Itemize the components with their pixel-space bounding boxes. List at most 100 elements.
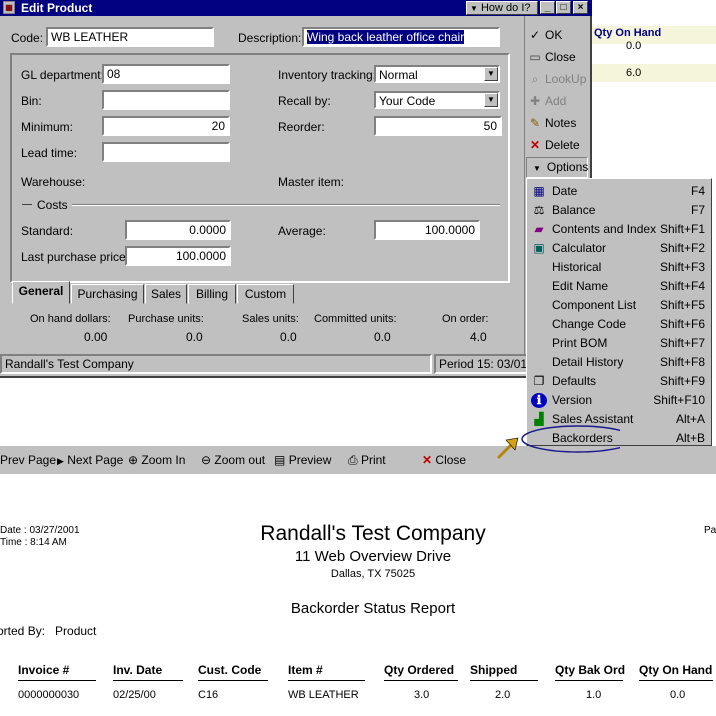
general-panel (10, 53, 510, 283)
zoom-out-button[interactable]: ⊖ Zoom out (201, 453, 265, 467)
header-underline (639, 680, 713, 681)
lead-time-input[interactable] (102, 142, 230, 162)
report-city: Dallas, TX 75025 (330, 568, 416, 580)
pointer-arrow (496, 442, 514, 460)
window-title: Edit Product (21, 1, 93, 15)
reorder-input[interactable]: 50 (374, 116, 502, 136)
book-icon: ▰ (534, 222, 544, 236)
inventory-tracking-select[interactable]: Normal ▼ (374, 65, 500, 83)
zoom-in-icon: ⊕ (128, 453, 139, 467)
tab-general[interactable]: General (12, 281, 70, 304)
menu-item-shortcut: Shift+F9 (659, 374, 705, 388)
calculator-icon: ▣ (533, 241, 545, 255)
description-input[interactable]: Wing back leather office chair (302, 27, 500, 47)
title-bar: ▦ Edit Product ▼ How do I? _ □ × (0, 0, 592, 16)
report-cell: 1.0 (586, 689, 602, 701)
options-button[interactable]: ▼ Options (526, 157, 588, 178)
background-qty-header: Qty On Hand (594, 27, 662, 39)
chevron-down-icon[interactable]: ▼ (484, 93, 498, 107)
menu-item-balance[interactable]: ⚖ Balance F7 (529, 201, 709, 220)
header-underline (470, 680, 538, 681)
dropdown-arrow-icon: ▼ (533, 164, 541, 173)
report-cell: WB LEATHER (288, 689, 359, 701)
report-title: Backorder Status Report (290, 600, 456, 617)
average-input[interactable]: 100.0000 (374, 220, 480, 240)
tab-purchasing[interactable]: Purchasing (71, 284, 144, 304)
purchase-units-value: 0.0 (186, 330, 203, 344)
options-label: Options (546, 160, 589, 174)
menu-item-date[interactable]: ▦ Date F4 (529, 182, 709, 201)
lead-time-label: Lead time: (21, 146, 78, 160)
tab-billing[interactable]: Billing (188, 284, 236, 304)
delete-x-icon: ✕ (529, 138, 541, 152)
lookup-button[interactable]: ⌕ LookUp (528, 69, 588, 89)
print-button[interactable]: ⎙ Print (348, 453, 386, 468)
tab-sales[interactable]: Sales (145, 284, 187, 304)
menu-item-detail-history[interactable]: Detail History Shift+F8 (529, 353, 709, 372)
bin-input[interactable] (102, 90, 230, 110)
chevron-down-icon[interactable]: ▼ (484, 67, 498, 81)
report-cell: 0.0 (670, 689, 686, 701)
next-page-button[interactable]: ▶ Next Page (57, 453, 123, 467)
report-address: 11 Web Overview Drive (294, 548, 452, 565)
gl-department-input[interactable]: 08 (102, 64, 230, 84)
menu-item-print-bom[interactable]: Print BOM Shift+F7 (529, 334, 709, 353)
notes-button[interactable]: ✎ Notes (528, 113, 588, 133)
menu-item-label: Calculator (552, 241, 607, 255)
menu-item-shortcut: Shift+F1 (659, 222, 705, 236)
options-menu: ▦ Date F4 ⚖ Balance F7 ▰ Contents and Index Shif… (526, 178, 712, 446)
menu-item-defaults[interactable]: ❐ Defaults Shift+F9 (529, 372, 709, 391)
minimum-input[interactable]: 20 (102, 116, 230, 136)
annotation-overlay (496, 425, 620, 460)
menu-item-edit-name[interactable]: Edit Name Shift+F4 (529, 277, 709, 296)
menu-item-shortcut: F7 (690, 203, 705, 217)
menu-item-calculator[interactable]: ▣ Calculator Shift+F2 (529, 239, 709, 258)
help-button[interactable]: ▼ How do I? (466, 1, 538, 15)
report-column-header: Qty Ordered (384, 663, 455, 677)
menu-item-label: Component List (552, 298, 637, 312)
prev-page-button[interactable]: Prev Page (0, 453, 56, 467)
code-input[interactable]: WB LEATHER (46, 27, 214, 47)
last-purchase-input[interactable]: 100.0000 (125, 246, 231, 266)
minimum-label: Minimum: (21, 120, 74, 134)
menu-item-component-list[interactable]: Component List Shift+F5 (529, 296, 709, 315)
delete-button[interactable]: ✕ Delete (528, 135, 588, 155)
average-label: Average: (278, 224, 326, 238)
report-cell: 2.0 (495, 689, 511, 701)
menu-item-label: Change Code (552, 317, 627, 331)
preview-close-button[interactable]: ✕ Close (422, 453, 466, 467)
add-icon: ✚ (529, 94, 541, 108)
report-column-header: Qty On Hand (639, 663, 713, 677)
add-label: Add (545, 94, 567, 108)
menu-item-change-code[interactable]: Change Code Shift+F6 (529, 315, 709, 334)
preview-button[interactable]: ▤ Preview (274, 453, 331, 467)
last-purchase-label: Last purchase price: (21, 250, 130, 264)
menu-item-version[interactable]: ℹ Version Shift+F10 (529, 391, 709, 410)
standard-input[interactable]: 0.0000 (125, 220, 231, 240)
menu-item-label: Date (552, 184, 578, 198)
reorder-label: Reorder: (278, 120, 325, 134)
preview-close-label: Close (435, 453, 467, 467)
print-label: Print (360, 453, 386, 467)
add-button[interactable]: ✚ Add (528, 91, 588, 111)
on-order-value: 4.0 (470, 330, 487, 344)
right-arrow-icon: ▶ (57, 456, 64, 466)
zoom-in-label: Zoom In (141, 453, 186, 467)
close-window-button[interactable]: × (573, 1, 588, 14)
close-button[interactable]: ▭ Close (528, 47, 588, 67)
report-cell: 0000000030 (18, 689, 80, 701)
tab-custom[interactable]: Custom (237, 284, 294, 304)
menu-item-label: Balance (552, 203, 596, 217)
menu-item-contents-and-index[interactable]: ▰ Contents and Index Shift+F1 (529, 220, 709, 239)
ok-button[interactable]: ✓ OK (528, 25, 588, 45)
maximize-button[interactable]: □ (556, 1, 571, 14)
header-underline (384, 680, 458, 681)
report-cell: 02/25/00 (113, 689, 156, 701)
close-label: Close (545, 50, 576, 64)
menu-item-label: Print BOM (552, 336, 608, 350)
minimize-button[interactable]: _ (540, 1, 555, 14)
menu-item-historical[interactable]: Historical Shift+F3 (529, 258, 709, 277)
zoom-in-button[interactable]: ⊕ Zoom In (128, 453, 185, 467)
warehouse-label: Warehouse: (21, 175, 86, 189)
recall-by-select[interactable]: Your Code ▼ (374, 91, 500, 109)
